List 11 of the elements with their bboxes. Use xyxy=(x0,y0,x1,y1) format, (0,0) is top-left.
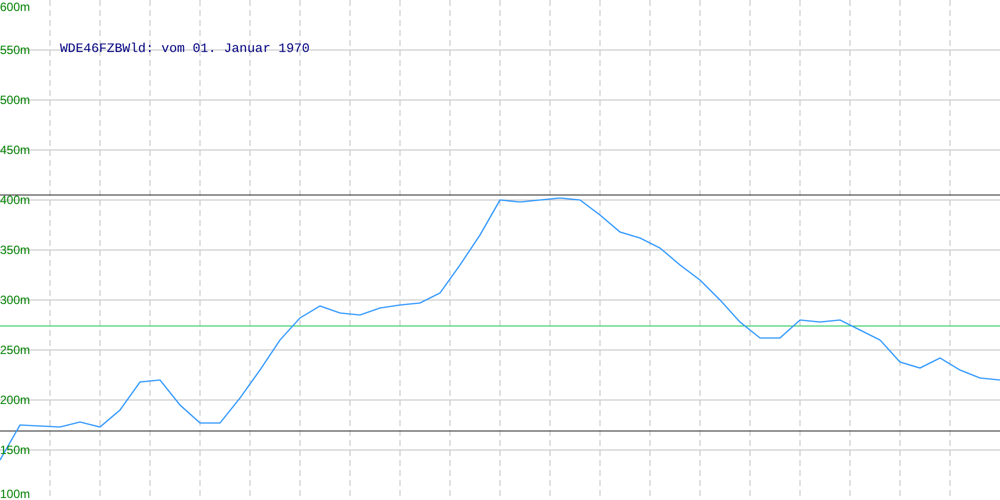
y-tick-label: 200m xyxy=(0,393,30,407)
y-tick-label: 500m xyxy=(0,93,30,107)
y-tick-label: 450m xyxy=(0,143,30,157)
y-tick-label: 550m xyxy=(0,43,30,57)
y-tick-label: 600m xyxy=(0,0,30,14)
y-tick-label: 300m xyxy=(0,293,30,307)
chart-title: WDE46FZBWld: vom 01. Januar 1970 xyxy=(60,41,310,56)
y-tick-label: 400m xyxy=(0,193,30,207)
y-tick-label: 350m xyxy=(0,243,30,257)
y-tick-label: 100m xyxy=(0,487,30,500)
y-tick-label: 250m xyxy=(0,343,30,357)
